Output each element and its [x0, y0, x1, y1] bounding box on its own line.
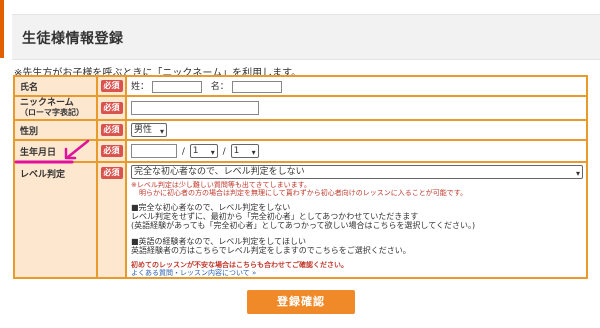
highlight-arrow	[66, 139, 90, 159]
annotation-overlay	[14, 139, 90, 164]
